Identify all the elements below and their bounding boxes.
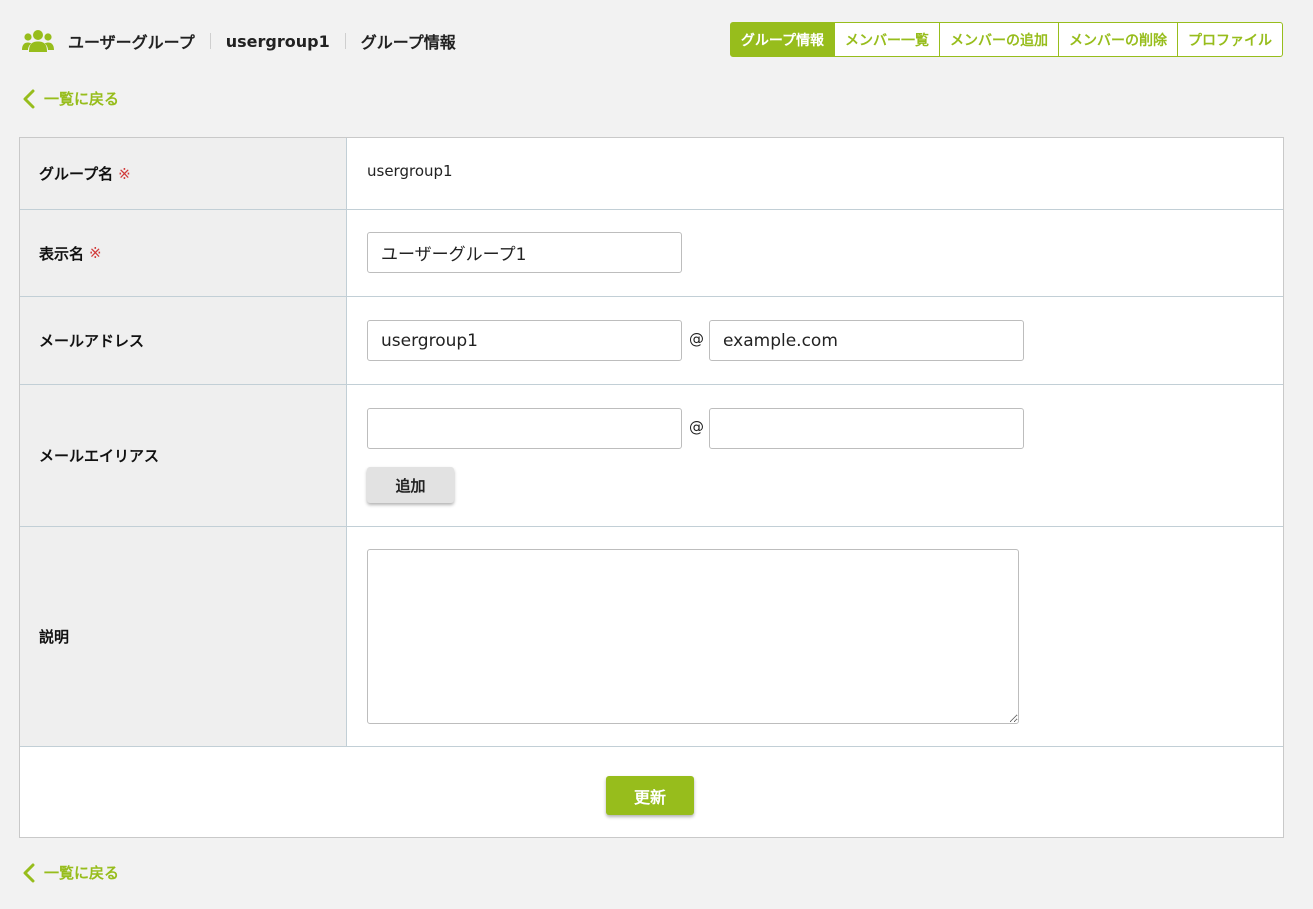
breadcrumb-section[interactable]: ユーザーグループ: [68, 29, 195, 53]
required-mark: ※: [118, 164, 131, 183]
display-name-label: 表示名 ※: [20, 210, 347, 296]
display-name-input[interactable]: [367, 232, 682, 273]
add-alias-button[interactable]: 追加: [367, 467, 454, 503]
description-row: 説明: [20, 527, 1283, 747]
email-alias-row: メールエイリアス @ 追加: [20, 385, 1283, 527]
tab-member-list[interactable]: メンバー一覧: [835, 22, 940, 57]
required-mark: ※: [89, 244, 102, 262]
group-name-label: グループ名 ※: [20, 138, 347, 209]
tab-remove-member[interactable]: メンバーの削除: [1059, 22, 1178, 57]
users-icon: [22, 30, 54, 52]
breadcrumb-group[interactable]: usergroup1: [226, 32, 330, 51]
group-name-value: usergroup1: [367, 162, 453, 180]
tab-add-member[interactable]: メンバーの追加: [940, 22, 1059, 57]
breadcrumb-divider: [209, 33, 211, 49]
group-info-form: グループ名 ※ usergroup1 表示名 ※ メールアドレス @ メールエイ…: [19, 137, 1284, 838]
email-domain-input[interactable]: [709, 320, 1024, 361]
at-sign: @: [689, 330, 704, 348]
update-button[interactable]: 更新: [606, 776, 694, 815]
alias-domain-input[interactable]: [709, 408, 1024, 449]
email-alias-label: メールエイリアス: [20, 385, 347, 526]
page-header: ユーザーグループ usergroup1 グループ情報: [22, 26, 456, 56]
back-link-label: 一覧に戻る: [44, 864, 120, 882]
tab-group-info[interactable]: グループ情報: [729, 22, 835, 57]
alias-local-input[interactable]: [367, 408, 682, 449]
tab-bar: グループ情報 メンバー一覧 メンバーの追加 メンバーの削除 プロファイル: [729, 22, 1283, 57]
email-local-input[interactable]: [367, 320, 682, 361]
back-to-list-link[interactable]: 一覧に戻る: [22, 88, 119, 109]
breadcrumb-divider: [344, 33, 346, 49]
tab-profile[interactable]: プロファイル: [1178, 22, 1283, 57]
email-row: メールアドレス @: [20, 297, 1283, 385]
group-name-row: グループ名 ※ usergroup1: [20, 138, 1283, 210]
description-label: 説明: [20, 527, 347, 746]
chevron-left-icon: [23, 89, 35, 108]
display-name-row: 表示名 ※: [20, 210, 1283, 297]
back-to-list-link[interactable]: 一覧に戻る: [22, 862, 119, 883]
chevron-left-icon: [23, 863, 35, 882]
at-sign: @: [689, 418, 704, 436]
back-link-label: 一覧に戻る: [44, 90, 120, 108]
email-label: メールアドレス: [20, 297, 347, 384]
page-title: グループ情報: [360, 33, 456, 52]
description-textarea[interactable]: [367, 549, 1019, 724]
